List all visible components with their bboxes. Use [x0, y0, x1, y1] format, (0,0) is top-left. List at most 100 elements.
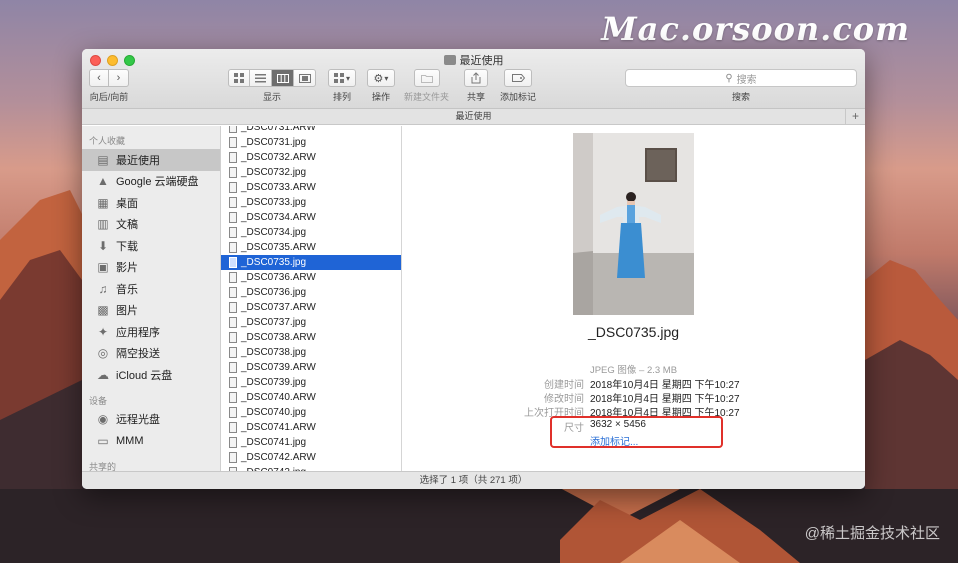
sidebar-item-label: 下载	[116, 240, 138, 253]
sidebar-item[interactable]: ▣ 影片	[82, 257, 220, 279]
sidebar-item[interactable]: ▥ 文稿	[82, 214, 220, 236]
share-group: 共享	[464, 69, 488, 103]
file-row[interactable]: _DSC0734.ARW	[221, 210, 401, 225]
sidebar-item-label: 图片	[116, 305, 138, 318]
sidebar-item-label: 应用程序	[116, 326, 160, 339]
search-label: 搜索	[731, 92, 750, 102]
image-file-icon	[229, 227, 237, 238]
finder-window: 最近使用 ‹ › 向后/向前 显示 ▾ 排列 ⚙ ▾ 操作 新建文件夹 共享 添…	[82, 49, 865, 489]
sidebar-item[interactable]: ⬇ 下载	[82, 235, 220, 257]
sidebar-item[interactable]: ▩ 图片	[82, 300, 220, 322]
applications-icon: ✦	[97, 324, 109, 339]
image-file-icon	[229, 242, 237, 253]
sidebar-item[interactable]: ▦ 桌面	[82, 192, 220, 214]
window-title: 最近使用	[82, 52, 865, 68]
file-row[interactable]: _DSC0735.ARW	[221, 240, 401, 255]
gallery-view-button[interactable]	[294, 69, 316, 87]
file-name: _DSC0741.jpg	[241, 437, 307, 448]
file-row[interactable]: _DSC0738.jpg	[221, 345, 401, 360]
file-row[interactable]: _DSC0731.ARW	[221, 126, 401, 135]
annotation-highlight-box	[550, 416, 723, 448]
file-name: _DSC0740.jpg	[241, 407, 307, 418]
file-row[interactable]: _DSC0738.ARW	[221, 330, 401, 345]
search-icon: ⚲	[725, 72, 733, 84]
file-row[interactable]: _DSC0740.ARW	[221, 390, 401, 405]
image-file-icon	[229, 152, 237, 163]
file-row[interactable]: _DSC0742.ARW	[221, 450, 401, 465]
file-name: _DSC0731.jpg	[241, 137, 307, 148]
icon-view-button[interactable]	[228, 69, 250, 87]
image-file-icon	[229, 272, 237, 283]
image-file-icon	[229, 377, 237, 388]
file-row[interactable]: _DSC0736.jpg	[221, 285, 401, 300]
search-input[interactable]: ⚲ 搜索	[625, 69, 857, 87]
sidebar: 个人收藏 ▤ 最近使用 ▲ Google 云端硬盘 ▦ 桌面 ▥ 文稿 ⬇ 下载 ▣ 影片 ♫ 音乐 ▩ 图片…	[82, 126, 221, 471]
share-button[interactable]	[464, 69, 488, 87]
file-row[interactable]: _DSC0739.jpg	[221, 375, 401, 390]
column-view-button[interactable]	[272, 69, 294, 87]
file-name: _DSC0732.jpg	[241, 167, 307, 178]
sidebar-item-label: 远程光盘	[116, 414, 160, 427]
arrange-button[interactable]: ▾	[328, 69, 356, 87]
sidebar-item-label: MMM	[116, 434, 144, 447]
file-name: _DSC0735.ARW	[241, 242, 316, 253]
desktop-icon: ▦	[97, 195, 109, 210]
sidebar-item[interactable]: ▤ 最近使用	[82, 149, 220, 171]
image-file-icon	[229, 257, 237, 268]
forward-button[interactable]: ›	[109, 69, 129, 87]
file-row[interactable]: _DSC0741.ARW	[221, 420, 401, 435]
shared-header: 共享的	[89, 461, 117, 472]
remote-disc-icon: ◉	[97, 412, 109, 427]
add-tags-button[interactable]	[504, 69, 532, 87]
sidebar-item-label: 影片	[116, 262, 138, 275]
sidebar-item[interactable]: ◎ 隔空投送	[82, 343, 220, 365]
modified-value: 2018年10月4日 星期四 下午10:27	[590, 394, 740, 405]
image-file-icon	[229, 407, 237, 418]
new-folder-button[interactable]	[413, 69, 440, 87]
action-button[interactable]: ⚙ ▾	[367, 69, 395, 87]
sidebar-item[interactable]: ☁ iCloud 云盘	[82, 364, 220, 386]
sidebar-item[interactable]: ♫ 音乐	[82, 278, 220, 300]
file-name: _DSC0742.ARW	[241, 452, 316, 463]
icloud-icon: ☁	[97, 367, 109, 382]
tab-title[interactable]: 最近使用	[455, 111, 491, 121]
nav-label: 向后/向前	[89, 92, 129, 102]
file-name: _DSC0738.ARW	[241, 332, 316, 343]
sidebar-item[interactable]: ▲ Google 云端硬盘	[82, 171, 220, 193]
file-row[interactable]: _DSC0734.jpg	[221, 225, 401, 240]
modified-row: 修改时间 2018年10月4日 星期四 下午10:27	[482, 390, 802, 405]
file-row[interactable]: _DSC0737.jpg	[221, 315, 401, 330]
airdrop-icon: ◎	[97, 346, 109, 361]
image-file-icon	[229, 287, 237, 298]
icon-view-icon	[234, 73, 244, 83]
file-row[interactable]: _DSC0740.jpg	[221, 405, 401, 420]
arrange-group: ▾ 排列	[328, 69, 356, 103]
file-row[interactable]: _DSC0735.jpg	[221, 255, 401, 270]
file-row[interactable]: _DSC0736.ARW	[221, 270, 401, 285]
new-tab-button[interactable]: +	[845, 109, 865, 124]
file-row[interactable]: _DSC0731.jpg	[221, 135, 401, 150]
file-row[interactable]: _DSC0739.ARW	[221, 360, 401, 375]
back-button[interactable]: ‹	[89, 69, 109, 87]
favorites-list: ▤ 最近使用 ▲ Google 云端硬盘 ▦ 桌面 ▥ 文稿 ⬇ 下载 ▣ 影片 ♫ 音乐 ▩ 图片 ✦ 应用程序…	[82, 149, 220, 386]
file-row[interactable]: _DSC0732.jpg	[221, 165, 401, 180]
file-list: _DSC0731.ARW _DSC0731.jpg _DSC0732.ARW _DSC…	[221, 126, 401, 471]
preview-filename: _DSC0735.jpg	[587, 324, 680, 340]
file-row[interactable]: _DSC0741.jpg	[221, 435, 401, 450]
file-row[interactable]: _DSC0737.ARW	[221, 300, 401, 315]
site-watermark: Mac.orsoon.com	[601, 10, 910, 48]
sidebar-item[interactable]: ▭ MMM	[82, 430, 220, 452]
content-area: 个人收藏 ▤ 最近使用 ▲ Google 云端硬盘 ▦ 桌面 ▥ 文稿 ⬇ 下载 ▣ 影片 ♫ 音乐 ▩ 图片…	[82, 126, 865, 471]
sidebar-item[interactable]: ◉ 远程光盘	[82, 409, 220, 431]
preview-pane: _DSC0735.jpg JPEG 图像 – 2.3 MB 创建时间 2018年…	[402, 126, 865, 471]
devices-header: 设备	[89, 395, 108, 406]
file-row[interactable]: _DSC0733.ARW	[221, 180, 401, 195]
file-row[interactable]: _DSC0732.ARW	[221, 150, 401, 165]
file-name: _DSC0734.ARW	[241, 212, 316, 223]
list-view-button[interactable]	[250, 69, 272, 87]
file-row[interactable]: _DSC0733.jpg	[221, 195, 401, 210]
sidebar-item[interactable]: ✦ 应用程序	[82, 321, 220, 343]
view-group: 显示	[228, 69, 316, 103]
file-name: _DSC0739.ARW	[241, 362, 316, 373]
image-file-icon	[229, 197, 237, 208]
